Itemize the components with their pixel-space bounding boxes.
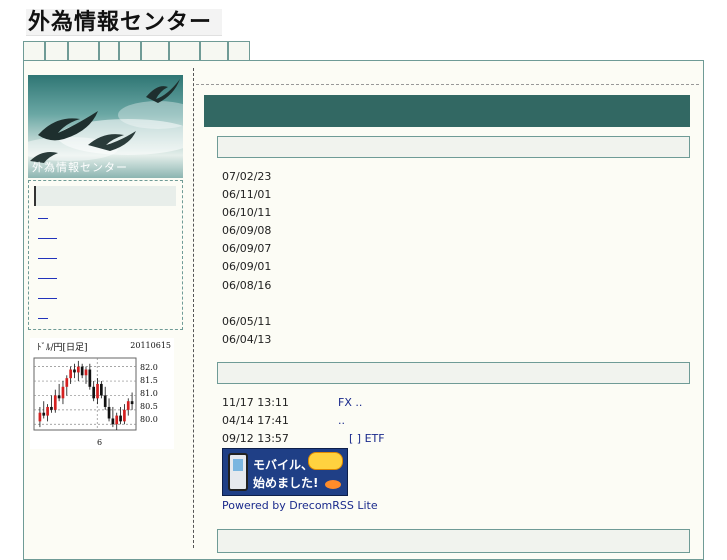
mobile-banner[interactable]: モバイル、 始めました! [222,448,348,496]
fx-candle-body [96,383,99,399]
banner-image[interactable]: 外為情報センター [28,75,183,178]
column-divider [193,68,194,548]
fx-y-tick: 80.5 [140,402,158,411]
section-header-rss [217,362,690,384]
sidebar-link[interactable] [38,258,57,259]
rss-item-time: 04/14 17:41 [222,414,289,427]
sidebar-link[interactable] [38,218,48,219]
fx-candle-body [61,386,65,399]
sidebar-menu-header [34,186,176,206]
sidebar-link[interactable] [38,278,57,279]
fish-icon [325,480,341,489]
fx-candle-body [100,383,103,396]
entry-date[interactable]: 06/04/13 [222,333,271,346]
entry-date[interactable]: 06/11/01 [222,188,271,201]
rss-item[interactable]: 04/14 17:41 .. [222,414,452,428]
nav-tab[interactable] [23,41,45,60]
fx-chart-title: ﾄﾞﾙ/円[日足] [37,343,88,353]
rss-item-link[interactable]: FX .. [338,396,362,409]
fx-candle-body [38,412,42,422]
rss-item-time: 11/17 13:11 [222,396,289,409]
nav-tab[interactable] [45,41,68,60]
mobile-banner-line2: 始めました! [253,476,319,490]
fx-candle-body [73,369,76,373]
top-divider [196,84,699,85]
page-title-bar [204,95,690,127]
nav-tab[interactable] [99,41,119,60]
sidebar-link[interactable] [38,238,57,239]
nav-tab[interactable] [200,41,228,60]
mobile-phone-icon [228,453,248,491]
fx-chart-date: 20110615 [130,341,171,350]
section-header-next [217,529,690,553]
fx-candle-body [53,395,57,410]
sidebar-menu [28,180,183,330]
entry-date[interactable]: 06/10/11 [222,206,271,219]
sidebar-link[interactable] [38,298,57,299]
fx-candle-body [103,395,107,407]
section-header-entries [217,136,690,158]
fx-candle-body [46,406,49,416]
entry-date[interactable]: 06/09/08 [222,224,271,237]
fx-candle-body [111,418,115,425]
fx-candle-body [115,415,119,425]
fx-y-tick: 82.0 [140,363,158,372]
fx-candle-body [88,369,92,387]
rss-item[interactable]: 09/12 13:57 [ ] ETF [222,432,452,446]
entry-date[interactable]: 06/05/11 [222,315,271,328]
fx-candle-body [65,378,69,387]
nav-tab[interactable] [68,41,99,60]
mobile-banner-line1: モバイル、 [253,458,314,472]
fx-candle-body [50,406,53,410]
fx-candle-body [119,415,122,422]
fx-candle-body [76,366,80,373]
nav-tab[interactable] [169,41,200,60]
rss-item-link[interactable]: .. [338,414,345,427]
fx-candle-body [42,412,46,416]
fx-candle-body [84,369,88,376]
fx-y-tick: 81.0 [140,389,158,398]
fx-y-tick: 81.5 [140,376,158,385]
banner-caption: 外為情報センター [32,161,128,174]
nav-tab[interactable] [119,41,141,60]
rss-item-link[interactable]: [ ] ETF [349,432,385,445]
nav-tab[interactable] [141,41,169,60]
fx-candle-body [107,406,111,419]
fx-candle-body [130,401,134,405]
fx-x-tick: 6 [97,438,103,447]
fx-candle-body [92,386,96,399]
nav-tab[interactable] [228,41,250,60]
fx-candle-body [69,369,72,379]
fx-candle-body [126,401,130,410]
entry-date[interactable]: 06/09/07 [222,242,271,255]
powered-by-link[interactable]: Powered by DrecomRSS Lite [222,499,378,512]
rss-item-time: 09/12 13:57 [222,432,289,445]
fx-candle-body [57,395,61,399]
fx-y-tick: 80.0 [140,415,158,424]
rss-item[interactable]: 11/17 13:11 FX .. [222,396,452,410]
fx-candle-body [80,366,84,376]
entry-date[interactable]: 06/08/16 [222,279,271,292]
badge-icon [308,452,343,470]
entry-date[interactable]: 06/09/01 [222,260,271,273]
fx-candlestick-chart[interactable]: ﾄﾞﾙ/円[日足] 20110615 82.0 81.5 81.0 80.5 8… [30,338,174,449]
site-logo[interactable]: 外為情報センター [26,9,222,36]
entry-date[interactable]: 07/02/23 [222,170,271,183]
sidebar-link[interactable] [38,318,48,319]
fx-candle-body [123,409,126,422]
